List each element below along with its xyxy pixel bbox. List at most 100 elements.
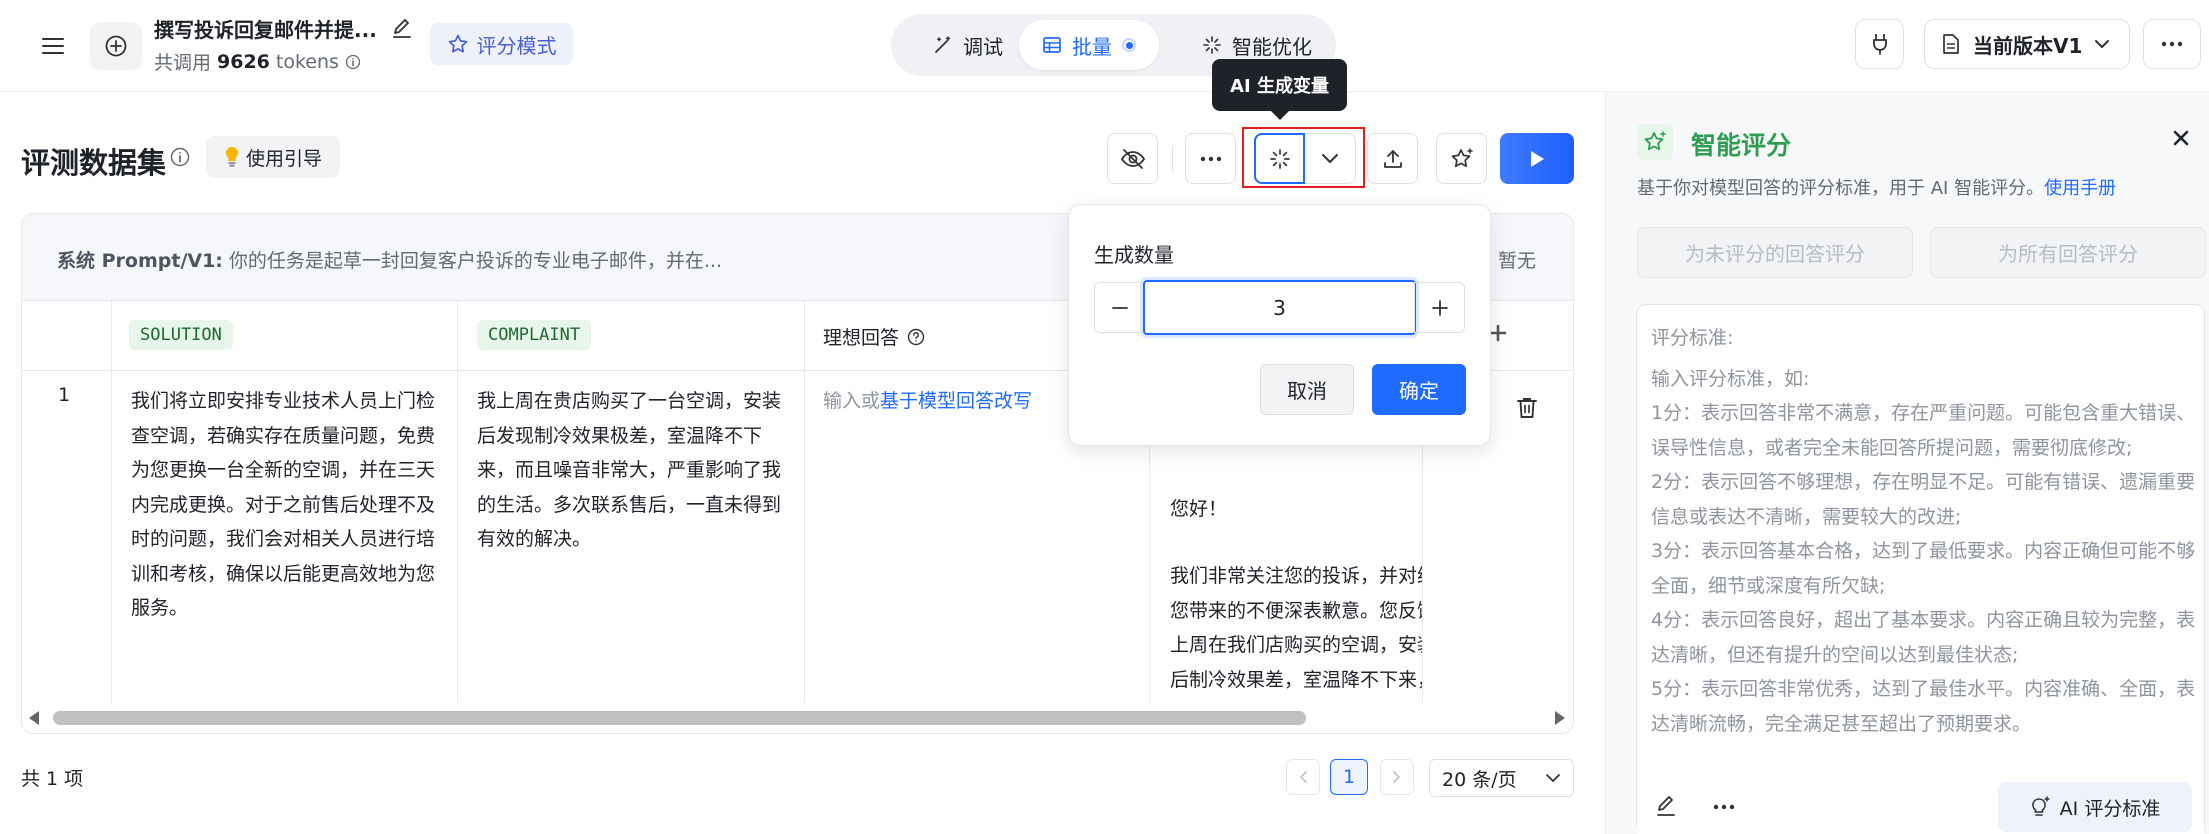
ideal-answer-cell[interactable]: 输入或基于模型回答改写 <box>823 384 1032 418</box>
ai-generate-dropdown-button[interactable] <box>1305 133 1356 184</box>
system-prompt-text: 你的任务是起草一封回复客户投诉的专业电子邮件，并在... <box>228 250 723 272</box>
next-page-button[interactable] <box>1380 759 1414 795</box>
ai-generate-variables-button[interactable] <box>1254 133 1305 184</box>
criteria-more-icon[interactable] <box>1713 804 1735 810</box>
generate-count-label: 生成数量 <box>1094 243 1174 267</box>
toolbar-divider <box>1172 146 1173 172</box>
row-index: 1 <box>58 384 71 406</box>
ai-criteria-button[interactable]: AI 评分标准 <box>1998 782 2192 832</box>
criteria-intro: 输入评分标准，如: <box>1651 367 1810 390</box>
cancel-button[interactable]: 取消 <box>1260 364 1354 415</box>
table-icon <box>1043 37 1061 53</box>
score-all-button[interactable]: 为所有回答评分 <box>1930 227 2206 278</box>
chevron-left-icon <box>1299 771 1307 783</box>
criteria-line: 2分：表示回答不够理想，存在明显不足。可能有错误、遗漏重要信息或表达不清晰，需要… <box>1651 471 2196 528</box>
solution-cell[interactable]: 我们将立即安排专业技术人员上门检查空调，若确实存在质量问题，免费为您更换一台全新… <box>131 384 443 626</box>
edit-title-icon[interactable] <box>388 14 416 42</box>
criteria-placeholder: 评分标准: 输入评分标准，如: 1分：表示回答非常不满意，存在严重问题。可能包含… <box>1651 321 2196 741</box>
dataset-title: 评测数据集 <box>21 146 167 180</box>
tab-debug-label: 调试 <box>963 34 1003 59</box>
criteria-title: 评分标准: <box>1651 327 1734 349</box>
page-size-label: 20 条/页 <box>1442 768 1517 791</box>
help-icon[interactable] <box>907 328 925 346</box>
score-unscored-button[interactable]: 为未评分的回答评分 <box>1637 227 1913 278</box>
star-sparkle-icon <box>1451 147 1473 167</box>
plugin-button[interactable] <box>1855 19 1904 69</box>
run-button[interactable] <box>1500 133 1574 184</box>
tooltip-arrow <box>1270 110 1290 120</box>
tokens-suffix: tokens <box>275 50 339 73</box>
guide-button[interactable]: 使用引导 <box>206 136 340 178</box>
token-usage: 共调用 9626 tokens <box>154 48 361 75</box>
complaint-cell[interactable]: 我上周在贵店购买了一台空调，安装后发现制冷效果极差，室温降不下来，而且噪音非常大… <box>477 384 789 557</box>
criteria-line: 1分：表示回答非常不满意，存在严重问题。可能包含重大错误、误导性信息，或者完全未… <box>1651 402 2196 459</box>
info-icon[interactable] <box>345 54 361 70</box>
page-size-select[interactable]: 20 条/页 <box>1429 759 1574 797</box>
more-options-button[interactable] <box>2143 19 2201 69</box>
ideal-answer-header-label: 理想回答 <box>823 327 900 349</box>
criteria-toolbar: AI 评分标准 <box>1637 777 2204 834</box>
manual-link[interactable]: 使用手册 <box>2044 178 2116 199</box>
tab-debug[interactable]: 调试 <box>903 20 1033 70</box>
decrement-button[interactable] <box>1094 282 1145 333</box>
criteria-line: 4分：表示回答良好，超出了基本要求。内容正确且较为完整，表达清晰，但还有提升的空… <box>1651 609 2196 666</box>
document-icon <box>1943 34 1959 54</box>
add-button[interactable] <box>90 22 142 70</box>
confirm-button[interactable]: 确定 <box>1372 364 1466 415</box>
tab-smart-optimize-label: 智能优化 <box>1232 34 1312 59</box>
chevron-down-icon <box>1322 154 1338 163</box>
prompt-title: 撰写投诉回复邮件并提... <box>154 18 377 42</box>
version-label: 当前版本V1 <box>1973 33 2083 58</box>
lightbulb-icon <box>225 146 239 167</box>
play-icon <box>1531 150 1544 167</box>
horizontal-scrollbar[interactable] <box>22 703 1573 733</box>
tokens-value: 9626 <box>217 50 270 73</box>
plus-circle-icon <box>105 35 127 57</box>
column-header-complaint[interactable]: COMPLAINT <box>477 320 592 350</box>
ai-generate-tooltip: AI 生成变量 <box>1212 59 1347 111</box>
close-icon[interactable] <box>2173 130 2189 146</box>
response-body: 我们非常关注您的投诉，并对给您带来的不便深表歉意。您反馈上周在我们店购买的空调，… <box>1170 565 1422 691</box>
scrollbar-thumb[interactable] <box>53 711 1306 725</box>
generate-count-input[interactable]: 3 <box>1143 280 1416 335</box>
delete-row-icon[interactable] <box>1516 396 1538 420</box>
score-button[interactable] <box>1436 133 1487 184</box>
tokens-prefix: 共调用 <box>154 52 212 74</box>
upload-icon <box>1383 149 1402 168</box>
scroll-left-icon[interactable] <box>29 711 39 725</box>
guide-label: 使用引导 <box>245 147 322 170</box>
add-column-icon[interactable] <box>1488 323 1508 343</box>
magic-sparkle-icon <box>1269 148 1290 169</box>
increment-button[interactable] <box>1414 282 1465 333</box>
criteria-editor[interactable]: 评分标准: 输入评分标准，如: 1分：表示回答非常不满意，存在严重问题。可能包含… <box>1636 304 2205 834</box>
wand-icon <box>935 36 951 53</box>
star-icon <box>448 34 467 53</box>
plug-icon <box>1872 34 1887 55</box>
version-select[interactable]: 当前版本V1 <box>1924 19 2130 69</box>
edit-criteria-icon[interactable] <box>1655 795 1677 817</box>
chevron-down-icon <box>1546 774 1560 783</box>
ellipsis-icon <box>2161 41 2183 47</box>
evaluation-mode-badge[interactable]: 评分模式 <box>430 23 573 65</box>
column-header-ideal-answer[interactable]: 理想回答 <box>823 323 925 350</box>
column-header-solution[interactable]: SOLUTION <box>129 320 233 350</box>
tab-batch[interactable]: 批量 <box>1019 20 1159 70</box>
plus-icon <box>1431 299 1448 316</box>
system-prompt: 系统 Prompt/V1: 你的任务是起草一封回复客户投诉的专业电子邮件，并在.… <box>57 246 722 273</box>
prev-page-button[interactable] <box>1286 759 1320 795</box>
system-prompt-side: 暂无 <box>1498 250 1537 272</box>
system-prompt-label: 系统 Prompt/V1: <box>57 250 223 272</box>
generate-count-popover: 生成数量 3 取消 确定 <box>1068 204 1491 446</box>
bulb-sparkle-icon <box>2031 796 2050 816</box>
scroll-right-icon[interactable] <box>1555 711 1565 725</box>
scoring-description: 基于你对模型回答的评分标准，用于 AI 智能评分。使用手册 <box>1637 174 2116 200</box>
sparkle-icon <box>1203 36 1221 54</box>
dataset-info-icon[interactable] <box>170 147 190 167</box>
upload-button[interactable] <box>1367 133 1418 184</box>
rewrite-from-model-link[interactable]: 基于模型回答改写 <box>880 390 1032 412</box>
hide-button[interactable] <box>1107 133 1158 184</box>
menu-icon[interactable] <box>27 25 78 67</box>
page-number-current[interactable]: 1 <box>1330 759 1368 795</box>
criteria-line: 5分：表示回答非常优秀，达到了最佳水平。内容准确、全面，表达清晰流畅，完全满足甚… <box>1651 678 2196 735</box>
toolbar-more-button[interactable] <box>1185 133 1236 184</box>
